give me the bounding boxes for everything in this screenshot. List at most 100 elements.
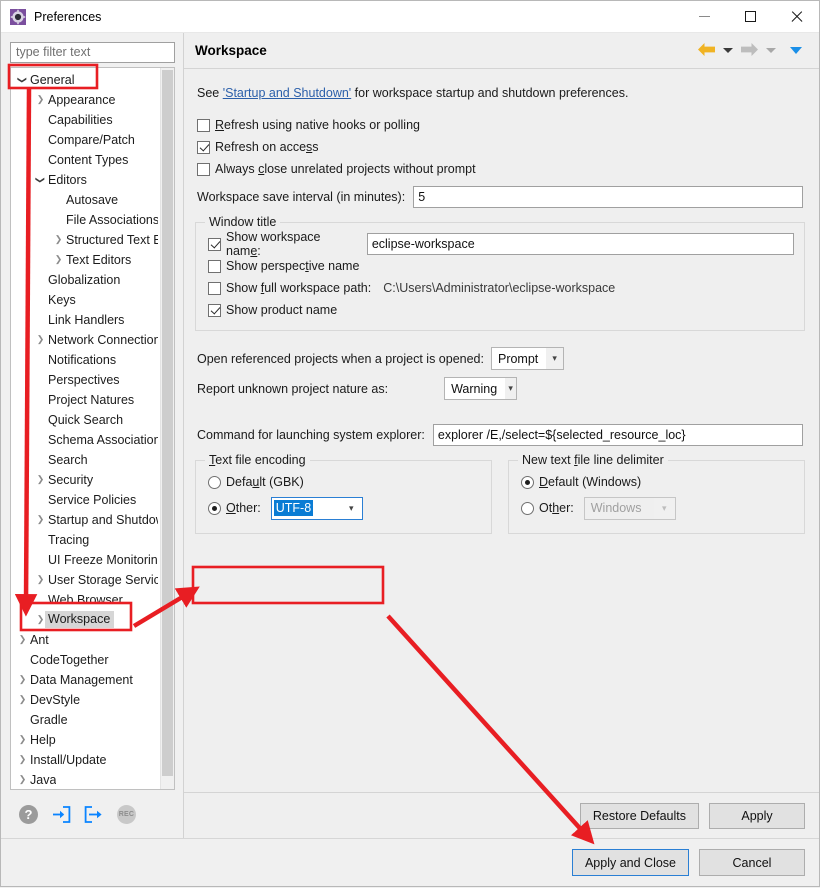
unknown-nature-combo[interactable]: Warning ▾	[444, 377, 518, 400]
refresh-on-access-checkbox[interactable]	[197, 140, 210, 154]
back-dropdown-icon[interactable]	[723, 48, 733, 53]
sidebar-item-label: Service Policies	[48, 492, 137, 507]
open-referenced-combo[interactable]: Prompt ▾	[490, 347, 564, 370]
delimiter-other-radio[interactable]	[521, 501, 534, 515]
sidebar-item-link-handlers[interactable]: Link Handlers	[11, 310, 160, 330]
sidebar-item-perspectives[interactable]: Perspectives	[11, 370, 160, 390]
sidebar-item-content-types[interactable]: Content Types	[11, 150, 160, 170]
back-arrow-icon[interactable]	[697, 42, 716, 60]
chevron-right-icon[interactable]: ❯	[33, 90, 48, 110]
sidebar-item-security[interactable]: ❯ Security	[11, 470, 160, 490]
encoding-other-combo[interactable]: UTF-8 ▾	[270, 496, 363, 520]
show-perspective-name-checkbox[interactable]	[208, 259, 221, 273]
apply-button[interactable]: Apply	[709, 802, 805, 829]
sidebar-item-service-policies[interactable]: Service Policies	[11, 490, 160, 510]
save-interval-input[interactable]: 5	[413, 186, 804, 208]
sidebar-item-java[interactable]: ❯ Java	[11, 770, 160, 789]
encoding-default-radio[interactable]	[208, 475, 221, 489]
show-product-name-checkbox[interactable]	[208, 303, 221, 317]
sidebar-item-file-associations[interactable]: File Associations	[11, 210, 160, 230]
refresh-native-hooks-label: Refresh using native hooks or polling	[215, 118, 420, 132]
sidebar-item-help[interactable]: ❯ Help	[11, 730, 160, 750]
export-icon[interactable]	[84, 805, 104, 823]
workspace-name-input[interactable]: eclipse-workspace	[366, 233, 794, 255]
chevron-right-icon[interactable]: ❯	[15, 730, 30, 750]
cancel-button[interactable]: Cancel	[699, 849, 805, 876]
chevron-right-icon[interactable]: ❯	[15, 630, 30, 650]
sidebar-item-notifications[interactable]: Notifications	[11, 350, 160, 370]
sidebar-item-globalization[interactable]: Globalization	[11, 270, 160, 290]
chevron-right-icon[interactable]: ❯	[33, 470, 48, 490]
chevron-right-icon[interactable]: ❯	[15, 750, 30, 770]
sidebar-item-autosave[interactable]: Autosave	[11, 190, 160, 210]
maximize-button[interactable]	[727, 1, 773, 32]
sidebar-item-editors[interactable]: ❯ Editors	[11, 170, 160, 190]
sidebar-item-user-storage-service[interactable]: ❯ User Storage Service	[11, 570, 160, 590]
preferences-tree[interactable]: ❯ General ❯ Appearance Capabilities Compare/P…	[11, 68, 160, 789]
encoding-other-radio[interactable]	[208, 501, 221, 515]
sidebar-item-label: DevStyle	[30, 692, 81, 707]
delimiter-default-row[interactable]: Default (Windows)	[521, 471, 794, 493]
chevron-right-icon[interactable]: ❯	[33, 330, 48, 350]
delimiter-default-radio[interactable]	[521, 475, 534, 489]
sidebar-item-startup-and-shutdow[interactable]: ❯ Startup and Shutdow	[11, 510, 160, 530]
sidebar-item-web-browser[interactable]: Web Browser	[11, 590, 160, 610]
sidebar-item-keys[interactable]: Keys	[11, 290, 160, 310]
sidebar-item-label: Notifications	[48, 352, 117, 367]
filter-input[interactable]: type filter text	[10, 42, 175, 63]
encoding-default-row[interactable]: Default (GBK)	[208, 471, 481, 493]
sidebar-item-schema-associations[interactable]: Schema Associations	[11, 430, 160, 450]
chevron-right-icon[interactable]: ❯	[51, 230, 66, 250]
tree-scrollbar-thumb[interactable]	[162, 69, 173, 776]
sidebar-item-devstyle[interactable]: ❯ DevStyle	[11, 690, 160, 710]
sidebar-item-search[interactable]: Search	[11, 450, 160, 470]
sidebar-item-tracing[interactable]: Tracing	[11, 530, 160, 550]
sidebar-item-structured-text-ed[interactable]: ❯Structured Text Ed	[11, 230, 160, 250]
refresh-native-hooks-checkbox[interactable]	[197, 118, 210, 132]
sidebar-item-network-connections[interactable]: ❯ Network Connections	[11, 330, 160, 350]
sidebar-item-quick-search[interactable]: Quick Search	[11, 410, 160, 430]
chevron-down-icon[interactable]: ❯	[13, 72, 33, 87]
forward-arrow-icon	[740, 42, 759, 60]
chevron-right-icon[interactable]: ❯	[15, 690, 30, 710]
sidebar-item-capabilities[interactable]: Capabilities	[11, 110, 160, 130]
restore-defaults-button[interactable]: Restore Defaults	[579, 802, 699, 829]
sidebar-item-data-management[interactable]: ❯ Data Management	[11, 670, 160, 690]
chevron-down-icon[interactable]: ❯	[31, 172, 51, 187]
sidebar-item-ui-freeze-monitoring[interactable]: UI Freeze Monitoring	[11, 550, 160, 570]
sidebar-item-compare-patch[interactable]: Compare/Patch	[11, 130, 160, 150]
sidebar-item-project-natures[interactable]: Project Natures	[11, 390, 160, 410]
refresh-on-access-row: Refresh on access	[197, 136, 805, 158]
tree-scrollbar[interactable]	[160, 67, 174, 789]
sidebar-item-ant[interactable]: ❯ Ant	[11, 630, 160, 650]
always-close-unrelated-checkbox[interactable]	[197, 162, 210, 176]
sidebar-item-install-update[interactable]: ❯ Install/Update	[11, 750, 160, 770]
view-menu-icon[interactable]	[790, 47, 802, 54]
explorer-command-input[interactable]: explorer /E,/select=${selected_resource_…	[432, 424, 803, 446]
delimiter-other-row[interactable]: Other: Windows ▾	[521, 496, 794, 520]
record-icon[interactable]: REC	[117, 804, 136, 824]
sidebar-item-codetogether[interactable]: CodeTogether	[11, 650, 160, 670]
chevron-right-icon[interactable]: ❯	[15, 670, 30, 690]
apply-and-close-button[interactable]: Apply and Close	[571, 849, 689, 876]
minimize-button[interactable]	[681, 1, 727, 32]
sidebar-item-text-editors[interactable]: ❯ Text Editors	[11, 250, 160, 270]
chevron-right-icon[interactable]: ❯	[33, 570, 48, 590]
chevron-right-icon[interactable]: ❯	[33, 510, 48, 530]
sidebar-item-label: Structured Text Ed	[66, 232, 158, 247]
import-icon[interactable]	[51, 805, 71, 823]
sidebar-item-gradle[interactable]: Gradle	[11, 710, 160, 730]
show-full-workspace-path-checkbox[interactable]	[208, 281, 221, 295]
chevron-right-icon[interactable]: ❯	[15, 770, 30, 789]
startup-shutdown-link[interactable]: 'Startup and Shutdown'	[223, 86, 351, 100]
close-button[interactable]	[773, 1, 819, 32]
chevron-right-icon[interactable]: ❯	[51, 250, 66, 270]
help-icon[interactable]: ?	[19, 804, 38, 824]
sidebar-item-workspace[interactable]: ❯ Workspace	[11, 610, 160, 630]
encoding-other-row[interactable]: Other: UTF-8 ▾	[208, 496, 481, 520]
sidebar-item-general[interactable]: ❯ General	[11, 70, 160, 90]
show-workspace-name-checkbox[interactable]	[208, 237, 221, 251]
sidebar-item-appearance[interactable]: ❯ Appearance	[11, 90, 160, 110]
